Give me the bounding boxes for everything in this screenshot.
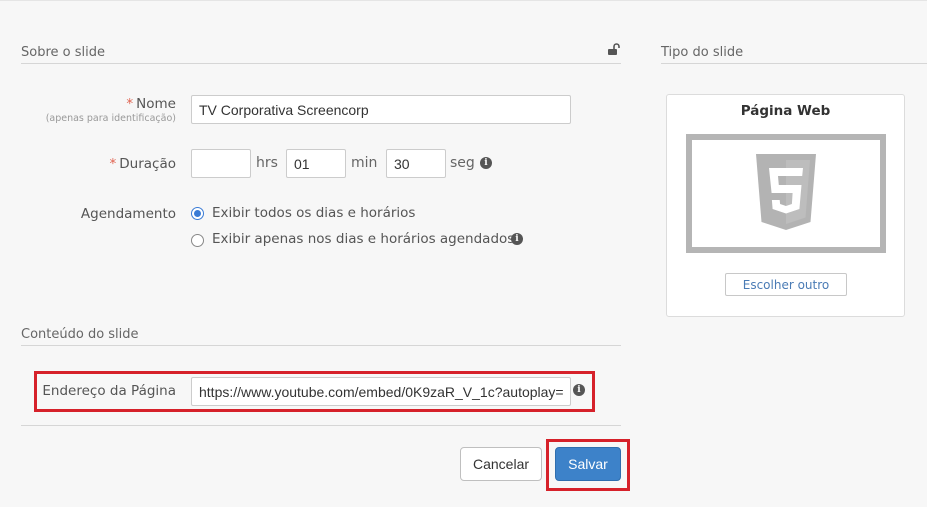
top-divider — [0, 0, 927, 1]
duration-label-text: Duração — [119, 156, 176, 172]
required-mark: * — [126, 96, 134, 112]
save-highlight — [546, 439, 630, 491]
name-label: * Nome — [40, 96, 176, 112]
schedule-label: Agendamento — [80, 206, 176, 222]
schedule-info-icon[interactable]: i — [511, 233, 523, 245]
duration-label: * Duração — [40, 156, 176, 172]
section-rule-type — [661, 63, 927, 64]
schedule-all-label[interactable]: Exibir todos os dias e horários — [212, 205, 415, 221]
seconds-unit: seg — [450, 155, 475, 171]
section-rule-footer — [21, 425, 621, 426]
slide-type-title: Página Web — [740, 103, 831, 119]
hours-input[interactable] — [191, 149, 251, 178]
minutes-input[interactable]: 01 — [286, 149, 346, 178]
seconds-input[interactable]: 30 — [386, 149, 446, 178]
cancel-button[interactable]: Cancelar — [460, 447, 542, 481]
slide-type-preview — [686, 134, 886, 253]
html5-icon — [756, 154, 816, 230]
section-title-type: Tipo do slide — [661, 45, 744, 60]
schedule-all-radio[interactable] — [191, 207, 204, 220]
minutes-unit: min — [351, 155, 378, 171]
hours-unit: hrs — [256, 155, 278, 171]
schedule-custom-radio[interactable] — [191, 234, 204, 247]
section-rule-about — [21, 63, 621, 64]
name-input[interactable]: TV Corporativa Screencorp — [191, 95, 571, 124]
section-title-content: Conteúdo do slide — [21, 327, 139, 342]
duration-info-icon[interactable]: i — [480, 157, 492, 169]
section-rule-content — [21, 345, 621, 346]
name-label-text: Nome — [136, 96, 176, 112]
choose-other-button[interactable]: Escolher outro — [725, 273, 847, 296]
page-address-highlight — [34, 371, 595, 412]
slide-type-card: Página Web Escolher outro — [666, 94, 905, 317]
name-sublabel: (apenas para identificação) — [45, 113, 176, 124]
section-title-about: Sobre o slide — [21, 45, 105, 60]
unlock-icon[interactable] — [607, 42, 621, 56]
required-mark: * — [109, 156, 117, 172]
schedule-custom-label[interactable]: Exibir apenas nos dias e horários agenda… — [212, 231, 514, 247]
